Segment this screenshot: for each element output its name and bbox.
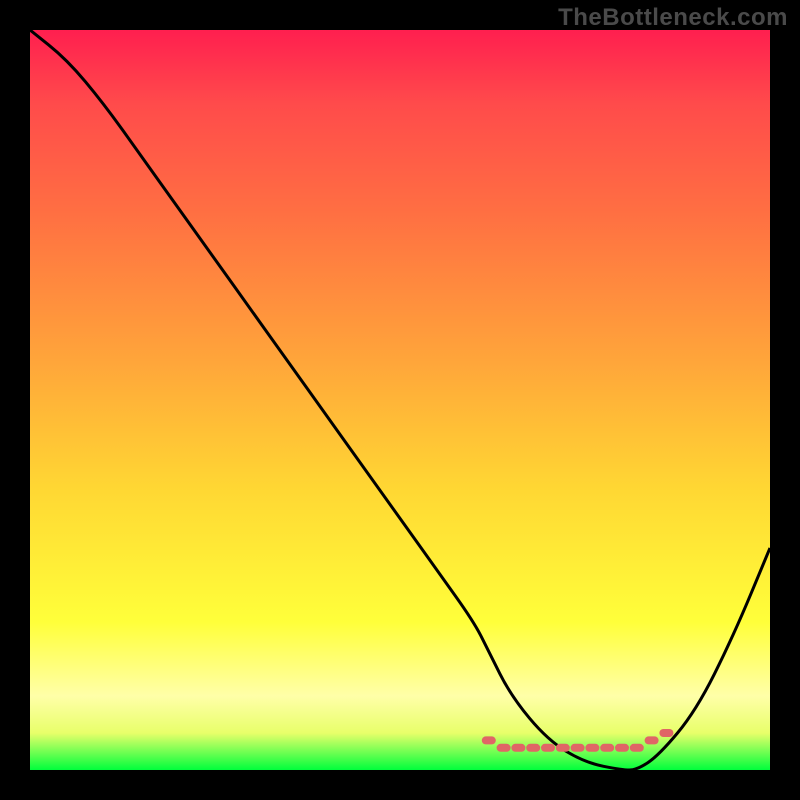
marker-dot	[497, 744, 511, 752]
watermark-text: TheBottleneck.com	[558, 4, 788, 32]
curve-svg	[30, 30, 770, 770]
marker-dot	[630, 744, 644, 752]
marker-dot	[645, 736, 659, 744]
marker-dot	[615, 744, 629, 752]
chart-frame: TheBottleneck.com	[0, 0, 800, 800]
marker-dot	[526, 744, 540, 752]
marker-dot	[482, 736, 496, 744]
bottleneck-curve	[30, 30, 770, 770]
marker-dot	[511, 744, 525, 752]
marker-dot	[556, 744, 570, 752]
marker-dot	[541, 744, 555, 752]
plot-area	[30, 30, 770, 770]
marker-dot	[585, 744, 599, 752]
optimal-range-markers	[482, 729, 674, 752]
marker-dot	[659, 729, 673, 737]
marker-dot	[571, 744, 585, 752]
marker-dot	[600, 744, 614, 752]
